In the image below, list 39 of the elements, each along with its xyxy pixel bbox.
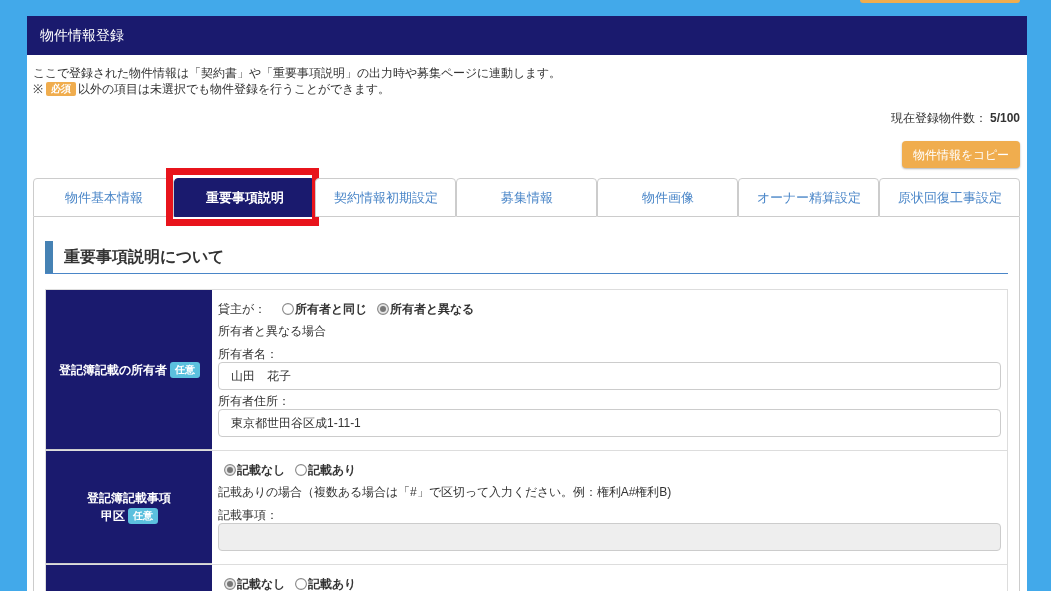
tab[interactable]: 契約情報初期設定 bbox=[315, 178, 456, 217]
tab[interactable]: 重要事項説明 bbox=[174, 178, 315, 217]
radio-option[interactable]: 所有者と異なる bbox=[377, 301, 474, 317]
radio-option[interactable]: 所有者と同じ bbox=[282, 301, 367, 317]
radio-option[interactable]: 記載あり bbox=[295, 462, 356, 478]
radio-group-label: 貸主が： bbox=[218, 301, 266, 318]
radio-icon[interactable] bbox=[224, 578, 236, 590]
radio-option[interactable]: 記載なし bbox=[224, 576, 285, 591]
tab[interactable]: オーナー精算設定 bbox=[738, 178, 879, 217]
tab[interactable]: 物件基本情報 bbox=[33, 178, 174, 217]
text-input[interactable]: 山田 花子 bbox=[218, 362, 1001, 390]
radio-option[interactable]: 記載なし bbox=[224, 462, 285, 478]
field-label: 記載事項： bbox=[218, 507, 279, 523]
tab[interactable]: 原状回復工事設定 bbox=[879, 178, 1020, 217]
field-label: 所有者住所： bbox=[218, 393, 291, 409]
radio-icon[interactable] bbox=[224, 464, 236, 476]
page-title: 物件情報登録 bbox=[40, 26, 124, 45]
required-badge: 必須 bbox=[46, 82, 76, 96]
tab[interactable]: 募集情報 bbox=[456, 178, 597, 217]
description-text: 以外の項目は未選択でも物件登録を行うことができます。 bbox=[78, 81, 390, 97]
radio-icon[interactable] bbox=[295, 464, 307, 476]
hint-text: 記載ありの場合（複数ある場合は「#」で区切って入力ください。例：権利A#権利B) bbox=[218, 484, 673, 501]
radio-icon[interactable] bbox=[377, 303, 389, 315]
section-heading: 重要事項説明について bbox=[45, 241, 1008, 273]
text-input[interactable]: 東京都世田谷区成1-11-1 bbox=[218, 409, 1001, 437]
radio-icon[interactable] bbox=[295, 578, 307, 590]
hint-text: 所有者と異なる場合 bbox=[218, 323, 327, 340]
radio-icon[interactable] bbox=[282, 303, 294, 315]
note-mark: ※ bbox=[33, 81, 43, 97]
row-header-text: 甲区 bbox=[100, 508, 125, 525]
optional-badge: 任意 bbox=[169, 361, 200, 378]
row-header-text: 登記簿記載事項 bbox=[87, 490, 171, 507]
registered-count: 現在登録物件数： 5/100 bbox=[890, 110, 1020, 126]
field-label: 所有者名： bbox=[218, 346, 279, 362]
radio-option[interactable]: 記載あり bbox=[295, 576, 356, 591]
row-header-text: 登記簿記載の所有者 bbox=[58, 361, 167, 379]
tab[interactable]: 物件画像 bbox=[597, 178, 738, 217]
description-text: ここで登録された物件情報は「契約書」や「重要事項説明」の出力時や募集ページに連動します。 bbox=[33, 65, 562, 81]
optional-badge: 任意 bbox=[127, 508, 158, 524]
